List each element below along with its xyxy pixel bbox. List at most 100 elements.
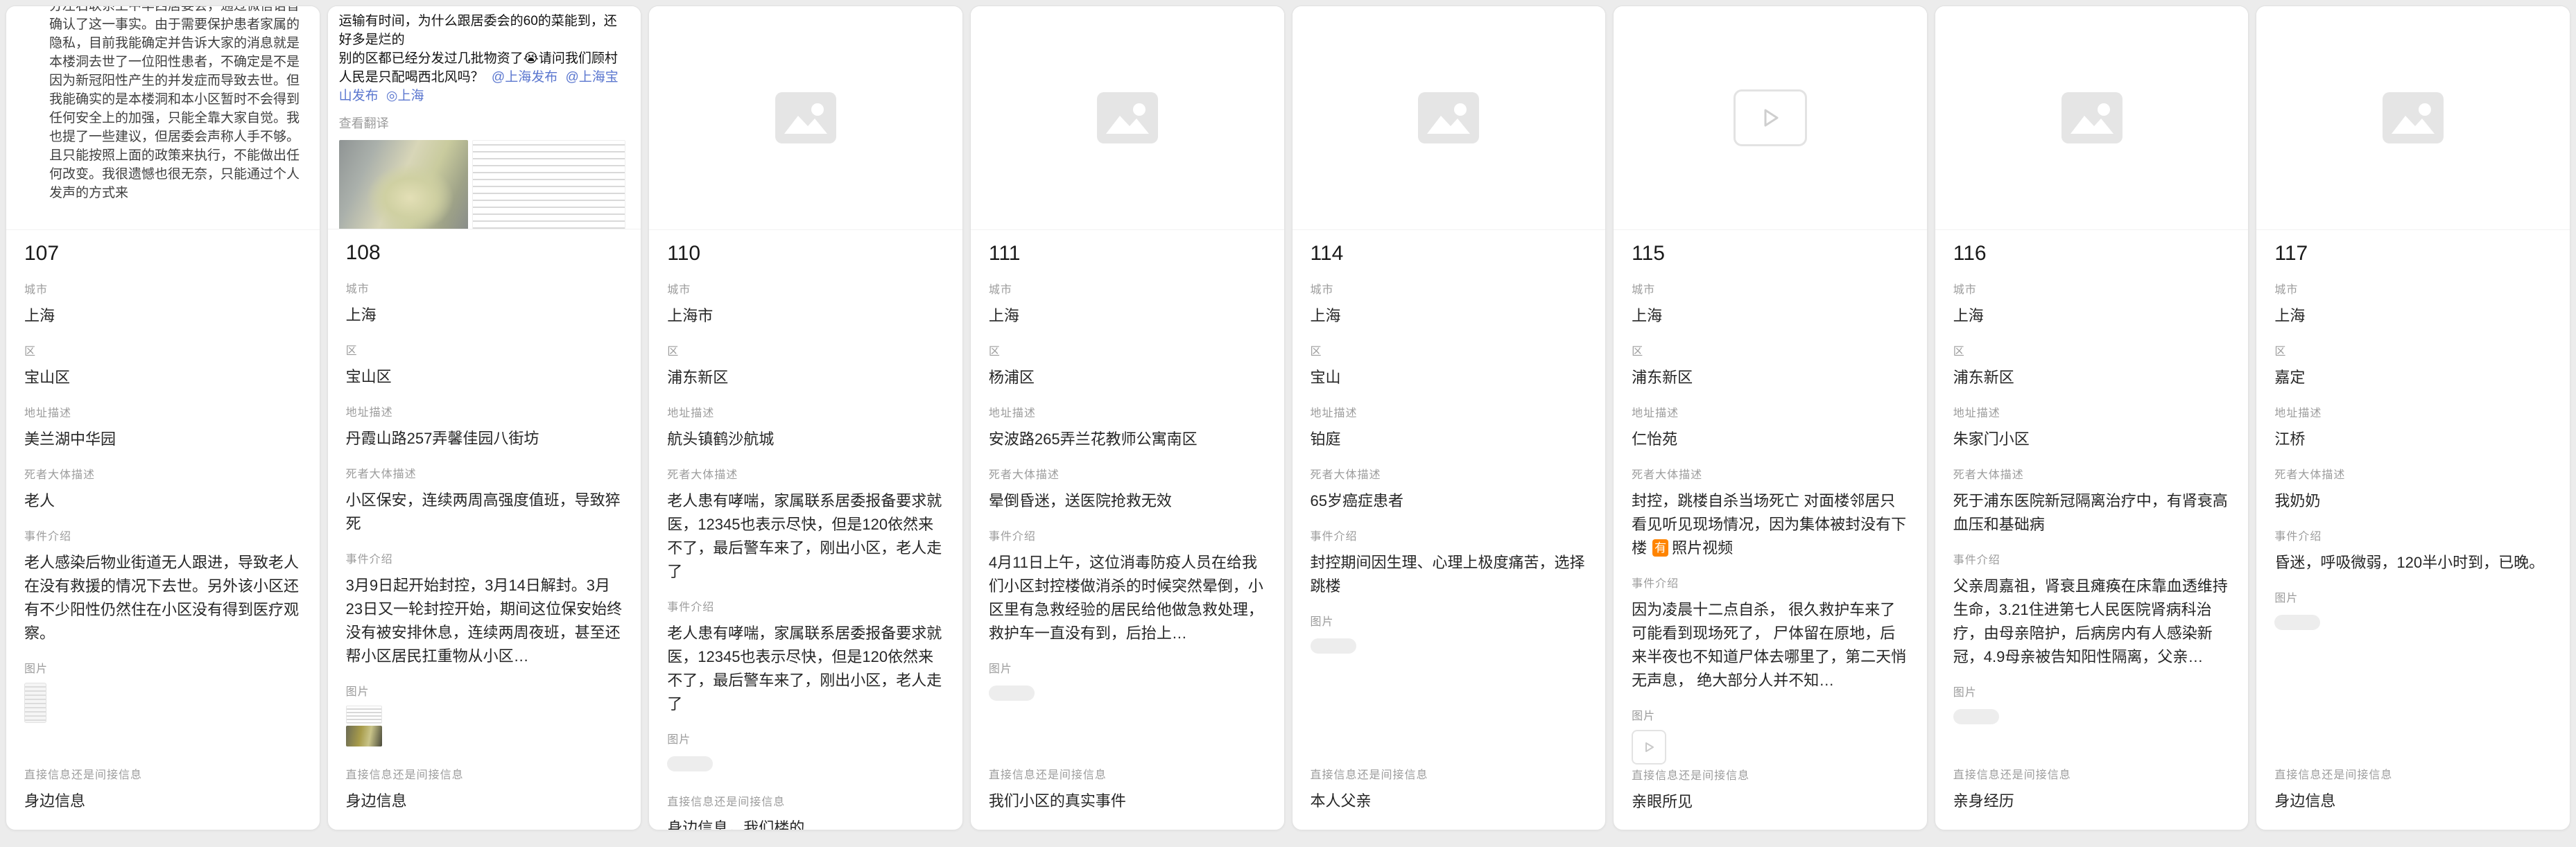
direct-label: 直接信息还是间接信息	[1953, 769, 2231, 782]
card-media-screenshot[interactable]: 分左右联系上中华西居委会，通过微信语音确认了这一事实。由于需要保护患者家属的隐私…	[6, 6, 320, 230]
address-value: 仁怡苑	[1632, 428, 1909, 451]
image-thumbnail[interactable]	[1953, 709, 1999, 724]
card-media-post[interactable]: 运输有时间，为什么跟居委会的60的菜能到，还好多是烂的 别的区都已经分发过几批物…	[328, 6, 641, 229]
victim-value: 小区保安，连续两周高强度值班，导致猝死	[346, 489, 623, 536]
address-label: 地址描述	[1632, 408, 1909, 420]
record-number: 117	[2274, 241, 2552, 266]
location-link-shanghai[interactable]: ◎上海	[386, 89, 424, 103]
video-thumbnail[interactable]	[1632, 730, 1666, 765]
card-media-empty	[1935, 6, 2249, 230]
address-label: 地址描述	[667, 408, 944, 420]
event-label: 事件介绍	[989, 531, 1266, 543]
direct-label: 直接信息还是间接信息	[2274, 769, 2552, 782]
event-label: 事件介绍	[346, 554, 623, 566]
image-thumbnail[interactable]	[346, 706, 382, 724]
image-thumbnail[interactable]	[24, 683, 46, 723]
event-value: 昏迷，呼吸微弱，120半小时到，已晚。	[2274, 551, 2552, 575]
image-placeholder-icon	[2383, 92, 2444, 143]
card-media-empty	[2256, 6, 2570, 230]
direct-label: 直接信息还是间接信息	[24, 769, 302, 782]
image-thumbnails	[346, 706, 382, 746]
address-label: 地址描述	[989, 408, 1266, 420]
image-placeholder-icon	[2061, 92, 2123, 143]
record-number: 115	[1632, 241, 1909, 266]
direct-label: 直接信息还是间接信息	[667, 796, 944, 809]
record-card-108[interactable]: 运输有时间，为什么跟居委会的60的菜能到，还好多是烂的 别的区都已经分发过几批物…	[327, 6, 642, 830]
rotten-cabbage-photo[interactable]	[339, 140, 468, 229]
address-value: 美兰湖中华园	[24, 428, 302, 451]
card-body: 111 城市 上海 区 杨浦区 地址描述 安波路265弄兰花教师公寓南区 死者大…	[971, 230, 1284, 830]
event-value: 4月11日上午，这位消毒防疫人员在给我们小区封控楼做消杀的时候突然晕倒，小区里有…	[989, 551, 1266, 645]
record-card-116[interactable]: 116 城市 上海 区 浦东新区 地址描述 朱家门小区 死者大体描述 死于浦东医…	[1935, 6, 2249, 830]
city-value: 上海	[24, 304, 302, 328]
victim-value: 65岁癌症患者	[1311, 489, 1588, 513]
card-media-video[interactable]	[1614, 6, 1927, 230]
image-thumbnails	[24, 683, 302, 723]
direct-value: 身边信息	[24, 789, 302, 813]
event-value: 老人感染后物业街道无人跟进，导致老人在没有救援的情况下去世。另外该小区还有不少阳…	[24, 551, 302, 645]
image-thumbnail[interactable]	[346, 726, 382, 746]
victim-value: 老人	[24, 489, 302, 513]
record-number: 111	[989, 241, 1266, 266]
city-value: 上海	[1632, 304, 1909, 328]
event-value: 因为凌晨十二点自杀， 很久救护车来了可能看到现场死了， 尸体留在原地，后来半夜也…	[1632, 598, 1909, 692]
victim-text-suffix: 照片视频	[1672, 539, 1733, 557]
city-value: 上海	[2274, 304, 2552, 328]
image-thumbnail[interactable]	[667, 756, 713, 771]
image-thumbnails	[1632, 730, 1909, 770]
city-label: 城市	[346, 283, 623, 296]
record-card-110[interactable]: 110 城市 上海市 区 浦东新区 地址描述 航头镇鹤沙航城 死者大体描述 老人…	[648, 6, 963, 830]
record-card-107[interactable]: 分左右联系上中华西居委会，通过微信语音确认了这一事实。由于需要保护患者家属的隐私…	[6, 6, 320, 830]
play-icon	[1643, 741, 1655, 753]
victim-label: 死者大体描述	[24, 469, 302, 482]
record-card-117[interactable]: 117 城市 上海 区 嘉定 地址描述 江桥 死者大体描述 我奶奶 事件介绍 昏…	[2256, 6, 2570, 830]
card-body: 116 城市 上海 区 浦东新区 地址描述 朱家门小区 死者大体描述 死于浦东医…	[1935, 230, 2249, 830]
direct-label: 直接信息还是间接信息	[346, 769, 623, 782]
direct-value: 亲眼所见	[1632, 790, 1909, 814]
record-card-114[interactable]: 114 城市 上海 区 宝山 地址描述 铂庭 死者大体描述 65岁癌症患者 事件…	[1292, 6, 1607, 830]
address-label: 地址描述	[346, 407, 623, 419]
district-label: 区	[2274, 346, 2552, 358]
image-thumbnails	[989, 686, 1266, 726]
city-label: 城市	[1311, 284, 1588, 297]
image-thumbnail[interactable]	[1311, 638, 1356, 654]
district-label: 区	[1632, 346, 1909, 358]
city-label: 城市	[2274, 284, 2552, 297]
address-value: 江桥	[2274, 428, 2552, 451]
video-placeholder-icon	[1734, 89, 1807, 146]
card-media-empty	[1293, 6, 1606, 230]
direct-value: 本人父亲	[1311, 789, 1588, 813]
image-thumbnail[interactable]	[989, 686, 1035, 701]
district-value: 浦东新区	[1632, 366, 1909, 390]
event-value: 3月9日起开始封控，3月14日解封。3月23日又一轮封控开始，期间这位保安始终没…	[346, 574, 623, 668]
record-number: 108	[346, 241, 623, 265]
image-label: 图片	[1953, 687, 2231, 699]
image-placeholder-icon	[775, 92, 836, 143]
text-screenshot-image[interactable]	[472, 140, 626, 229]
district-value: 浦东新区	[667, 366, 944, 390]
card-body: 114 城市 上海 区 宝山 地址描述 铂庭 死者大体描述 65岁癌症患者 事件…	[1293, 230, 1606, 830]
record-card-115[interactable]: 115 城市 上海 区 浦东新区 地址描述 仁怡苑 死者大体描述 封控，跳楼自杀…	[1613, 6, 1928, 830]
district-value: 宝山区	[24, 366, 302, 390]
record-number: 116	[1953, 241, 2231, 266]
card-body: 107 城市 上海 区 宝山区 地址描述 美兰湖中华园 死者大体描述 老人 事件…	[6, 230, 320, 830]
view-translation-link[interactable]: 查看翻译	[339, 114, 626, 132]
event-label: 事件介绍	[1632, 578, 1909, 591]
district-value: 宝山区	[346, 365, 623, 389]
city-label: 城市	[1953, 284, 2231, 297]
record-card-111[interactable]: 111 城市 上海 区 杨浦区 地址描述 安波路265弄兰花教师公寓南区 死者大…	[970, 6, 1285, 830]
card-body: 110 城市 上海市 区 浦东新区 地址描述 航头镇鹤沙航城 死者大体描述 老人…	[649, 230, 962, 830]
direct-label: 直接信息还是间接信息	[1311, 769, 1588, 782]
mention-link-shanghai[interactable]: @上海发布	[492, 70, 557, 85]
embedded-post-text: 分左右联系上中华西居委会，通过微信语音确认了这一事实。由于需要保护患者家属的隐私…	[49, 6, 300, 202]
city-label: 城市	[24, 284, 302, 297]
image-label: 图片	[667, 734, 944, 746]
image-thumbnails	[1311, 638, 1588, 679]
victim-label: 死者大体描述	[1953, 469, 2231, 482]
address-value: 丹霞山路257弄馨佳园八街坊	[346, 427, 623, 451]
image-thumbnail[interactable]	[2274, 615, 2320, 630]
city-label: 城市	[1632, 284, 1909, 297]
image-placeholder-icon	[1418, 92, 1479, 143]
address-value: 安波路265弄兰花教师公寓南区	[989, 428, 1266, 451]
city-value: 上海市	[667, 304, 944, 328]
